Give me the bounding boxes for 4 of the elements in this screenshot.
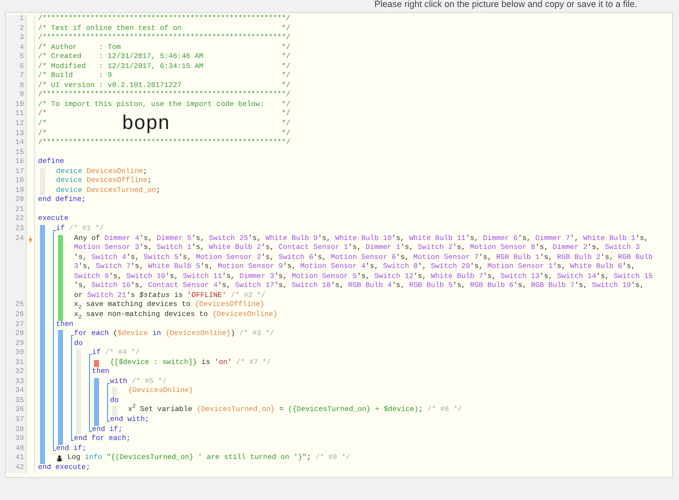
import-code: bopn	[122, 114, 170, 135]
bug-icon	[56, 455, 63, 462]
error-marker	[94, 360, 99, 368]
instruction-text: Please right click on the picture below and copy or save it to a file.	[373, 0, 638, 9]
